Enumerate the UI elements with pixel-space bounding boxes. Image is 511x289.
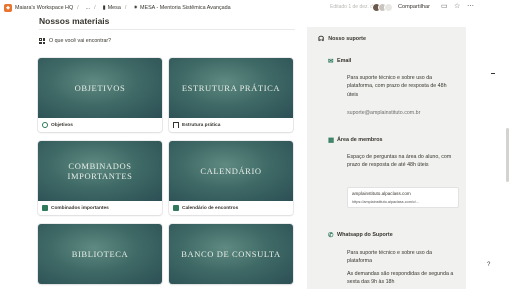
star-icon[interactable]: ☆: [454, 3, 460, 11]
card-cover: CALENDÁRIO: [169, 141, 293, 201]
card-cover: COMBINADOS IMPORTANTES: [38, 141, 162, 201]
breadcrumb-mentoria[interactable]: ✷ MESA - Mentoria Sistêmica Avançada: [133, 5, 230, 11]
hierarchy-icon: [173, 122, 179, 128]
breadcrumb-workspace[interactable]: Maiara's Workspace HQ: [15, 5, 73, 11]
members-description: Espaço de perguntas na área do aluno, co…: [347, 154, 452, 169]
whatsapp-description: Para suporte técnico e sobre uso da plat…: [347, 250, 433, 265]
section-heading-text: O que você vai encontrar?: [49, 38, 112, 44]
target-icon: [42, 122, 48, 128]
scrollbar[interactable]: [506, 128, 509, 182]
page-title: Nossos materiais: [39, 16, 110, 26]
comment-icon[interactable]: ▭: [441, 3, 448, 11]
collaborator-avatars[interactable]: [372, 2, 393, 12]
email-description: Para suporte técnico e sobre uso da plat…: [347, 75, 447, 98]
share-button[interactable]: Compartilhar: [398, 4, 430, 10]
cover-title: BIBLIOTECA: [71, 249, 129, 259]
breadcrumb-separator: /: [124, 4, 127, 11]
card-footer: Combinados importantes: [38, 201, 162, 215]
members-heading-text: Área de membros: [337, 137, 383, 143]
card-label: Estrutura prática: [182, 122, 221, 128]
headset-icon: ☊: [318, 36, 325, 43]
card-combinados-importantes[interactable]: COMBINADOS IMPORTANTES Combinados import…: [38, 141, 162, 215]
avatar: [384, 3, 393, 12]
card-label: Combinados importantes: [51, 205, 109, 211]
email-heading: ✉ Email: [328, 58, 352, 65]
support-title: Nosso suporte: [328, 36, 366, 42]
support-heading: ☊ Nosso suporte: [318, 35, 366, 43]
more-icon[interactable]: ⋯: [467, 3, 474, 11]
card-biblioteca[interactable]: BIBLIOTECA: [38, 224, 162, 284]
breadcrumb-separator: /: [94, 4, 96, 11]
members-heading: ▦ Área de membros: [328, 137, 383, 144]
email-heading-text: Email: [337, 58, 352, 64]
card-cover: ESTRUTURA PRÁTICA: [169, 58, 293, 118]
card-footer: Objetivos: [38, 118, 162, 132]
card-calendario[interactable]: CALENDÁRIO Calendário de encontros: [169, 141, 293, 215]
card-estrutura-pratica[interactable]: ESTRUTURA PRÁTICA Estrutura prática: [169, 58, 293, 132]
top-bar: ◆ Maiara's Workspace HQ / ... / ▮ Mesa / …: [0, 0, 511, 15]
calendar-icon: [173, 205, 179, 211]
outline-marker[interactable]: [491, 73, 495, 74]
star-burst-icon: ✷: [133, 4, 138, 11]
whatsapp-heading: ✆ Whatsapp do Suporte: [328, 232, 393, 239]
card-cover: BANCO DE CONSULTA: [169, 224, 293, 284]
support-panel: ☊ Nosso suporte ✉ Email Para suporte téc…: [307, 27, 466, 289]
cover-title: BANCO DE CONSULTA: [181, 249, 281, 259]
mail-icon: ✉: [328, 58, 334, 65]
cover-title: ESTRUTURA PRÁTICA: [181, 83, 281, 93]
bookmark-icon: ▮: [102, 4, 106, 11]
whatsapp-hours: As demandas são respondidas de segunda a…: [347, 271, 454, 286]
members-icon: ▦: [328, 137, 335, 144]
chat-icon: ✆: [328, 232, 334, 239]
card-banco-de-consulta[interactable]: BANCO DE CONSULTA: [169, 224, 293, 284]
card-label: Calendário de encontros: [182, 205, 239, 211]
divider: [39, 29, 295, 30]
grid-icon: [39, 38, 45, 44]
section-heading: O que você vai encontrar?: [39, 38, 111, 44]
card-footer: Calendário de encontros: [169, 201, 293, 215]
card-footer: Estrutura prática: [169, 118, 293, 132]
cover-title: OBJETIVOS: [74, 83, 126, 93]
card-objetivos[interactable]: OBJETIVOS Objetivos: [38, 58, 162, 132]
breadcrumb-separator: /: [77, 4, 79, 11]
breadcrumb-ellipsis[interactable]: ...: [86, 5, 91, 11]
bookmark-url: https://amplainstituto.alpaclass.com/c/.…: [352, 200, 420, 204]
breadcrumb-mesa[interactable]: ▮ Mesa: [103, 5, 121, 11]
members-link-bookmark[interactable]: amplainstituto.alpaclass.com https://amp…: [347, 187, 459, 208]
card-cover: BIBLIOTECA: [38, 224, 162, 284]
flag-icon: [42, 205, 48, 211]
notion-workspace-icon[interactable]: ◆: [4, 3, 12, 12]
bookmark-title: amplainstituto.alpaclass.com: [352, 191, 411, 196]
whatsapp-heading-text: Whatsapp do Suporte: [337, 232, 393, 238]
card-cover: OBJETIVOS: [38, 58, 162, 118]
card-label: Objetivos: [51, 122, 73, 128]
help-button[interactable]: ?: [487, 262, 490, 268]
cover-title: CALENDÁRIO: [200, 166, 262, 176]
cover-title: COMBINADOS IMPORTANTES: [67, 161, 133, 181]
email-address-link[interactable]: suporte@amplainstituto.com.br: [347, 109, 457, 117]
